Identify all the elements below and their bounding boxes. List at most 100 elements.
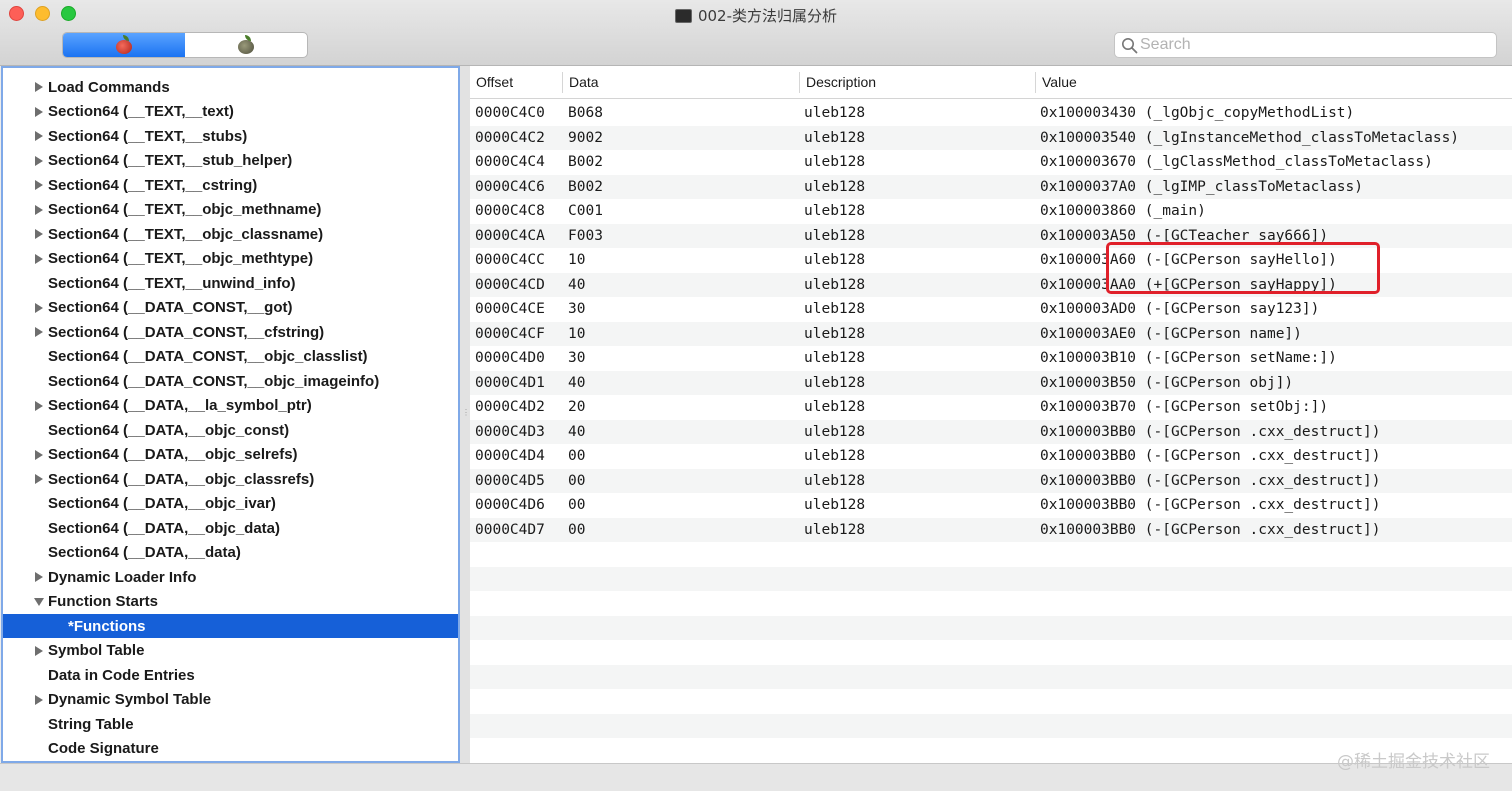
table-row[interactable]: 0000C4C0 B068 uleb128 0x100003430 (_lgObjc_… [470, 101, 1512, 126]
cell-data: C001 [568, 203, 603, 219]
disclosure-collapsed-icon[interactable] [34, 400, 44, 411]
table-row[interactable]: 0000C4D1 40 uleb128 0x100003B50 (-[GCPerson… [470, 370, 1512, 395]
table-row[interactable]: 0000C4C4 B002 uleb128 0x100003670 (_lgClass… [470, 150, 1512, 175]
search-field[interactable] [1114, 32, 1497, 58]
sidebar-item[interactable]: Code Signature [3, 737, 458, 761]
red-apple-icon [114, 35, 134, 55]
sidebar-item[interactable]: Load Commands [3, 75, 458, 99]
sidebar-item[interactable]: Section64 (__DATA,__objc_classrefs) [3, 467, 458, 491]
disclosure-collapsed-icon[interactable] [34, 572, 44, 582]
sidebar-item-label: Symbol Table [48, 642, 145, 659]
functions-table: Offset Data Description Value 0000C4C0 B0… [470, 66, 1512, 763]
sidebar-item[interactable]: Section64 (__TEXT,__text) [3, 100, 458, 124]
sidebar-item-label: Section64 (__TEXT,__cstring) [48, 176, 258, 194]
sidebar-item[interactable]: Section64 (__DATA,__objc_ivar) [3, 492, 458, 516]
sidebar-item-label: Section64 (__DATA,__objc_const) [48, 421, 290, 439]
sidebar-item-label: *Functions [68, 617, 146, 635]
sidebar-item[interactable]: Dynamic Symbol Table [3, 688, 458, 712]
disclosure-collapsed-icon[interactable] [34, 155, 44, 166]
table-row[interactable]: 0000C4D3 40 uleb128 0x100003BB0 (-[GCPerson… [470, 419, 1512, 444]
column-header-offset[interactable]: Offset [470, 66, 513, 99]
sidebar-item[interactable]: Section64 (__DATA,__data) [3, 541, 458, 565]
sidebar-item-label: Load Commands [48, 78, 170, 96]
disclosure-collapsed-icon[interactable] [34, 131, 44, 141]
sidebar-item[interactable]: Section64 (__TEXT,__objc_classname) [3, 222, 458, 246]
table-row[interactable]: 0000C4C2 9002 uleb128 0x100003540 (_lgInsta… [470, 125, 1512, 150]
rva-view-button[interactable] [185, 33, 307, 57]
disclosure-collapsed-icon[interactable] [34, 449, 44, 460]
sidebar-item[interactable]: Section64 (__TEXT,__stubs) [3, 124, 458, 148]
table-row[interactable]: 0000C4CC 10 uleb128 0x100003A60 (-[GCPerson… [470, 248, 1512, 273]
cell-offset: 0000C4C8 [475, 203, 545, 219]
disclosure-collapsed-icon[interactable] [34, 645, 44, 656]
table-row[interactable]: 0000C4D0 30 uleb128 0x100003B10 (-[GCPerson… [470, 346, 1512, 371]
column-header-value[interactable]: Value [1036, 66, 1077, 99]
cell-description: uleb128 [804, 227, 866, 244]
sidebar-item[interactable]: Function Starts [3, 590, 458, 614]
disclosure-collapsed-icon[interactable] [34, 106, 44, 117]
sidebar-item[interactable]: Dynamic Loader Info [3, 565, 458, 589]
sidebar-item[interactable]: Section64 (__TEXT,__objc_methname) [3, 198, 458, 222]
sidebar-item[interactable]: Section64 (__DATA,__objc_data) [3, 516, 458, 540]
sidebar-item[interactable]: Section64 (__TEXT,__unwind_info) [3, 271, 458, 295]
disclosure-collapsed-icon[interactable] [34, 694, 44, 705]
sidebar-item-label: Section64 (__DATA_CONST,__objc_imageinfo… [48, 372, 380, 390]
cell-value: 0x100003B10 (-[GCPerson setName:]) [1040, 350, 1337, 366]
column-header-data[interactable]: Data [563, 66, 599, 99]
table-row[interactable]: 0000C4D5 00 uleb128 0x100003BB0 (-[GCPerson… [470, 468, 1512, 493]
sidebar-item[interactable]: Symbol Table [3, 639, 458, 663]
table-row[interactable]: 0000C4C6 B002 uleb128 0x1000037A0 (_lgIMP_c… [470, 174, 1512, 199]
disclosure-collapsed-icon[interactable] [34, 302, 44, 313]
table-row[interactable]: 0000C4D6 00 uleb128 0x100003BB0 (-[GCPerson… [470, 493, 1512, 518]
cell-value: 0x100003BB0 (-[GCPerson .cxx_destruct]) [1040, 448, 1381, 464]
sidebar-item[interactable]: Section64 (__DATA,__objc_const) [3, 418, 458, 442]
cell-value: 0x100003A50 (-[GCTeacher say666]) [1040, 227, 1329, 244]
disclosure-collapsed-icon[interactable] [34, 82, 44, 92]
sidebar-item[interactable]: Section64 (__TEXT,__stub_helper) [3, 149, 458, 173]
cell-value: 0x100003AE0 (-[GCPerson name]) [1040, 325, 1302, 342]
cell-value: 0x1000037A0 (_lgIMP_classToMetaclass) [1040, 178, 1364, 195]
sidebar-item[interactable]: Section64 (__DATA_CONST,__objc_classlist… [3, 345, 458, 369]
cell-data: 9002 [568, 129, 603, 146]
sidebar-item[interactable]: String Table [3, 712, 458, 736]
sidebar-item[interactable]: Section64 (__DATA_CONST,__got) [3, 296, 458, 320]
sidebar-item[interactable]: Section64 (__DATA,__la_symbol_ptr) [3, 394, 458, 418]
sidebar-item[interactable]: *Functions [3, 614, 458, 638]
cell-data: 00 [568, 521, 586, 538]
sidebar-item[interactable]: Section64 (__DATA_CONST,__objc_imageinfo… [3, 369, 458, 393]
search-input[interactable] [1140, 36, 1480, 54]
disclosure-collapsed-icon[interactable] [34, 327, 44, 337]
raw-view-button[interactable] [63, 33, 185, 57]
table-row[interactable]: 0000C4D4 00 uleb128 0x100003BB0 (-[GCPerson… [470, 444, 1512, 469]
sidebar-item[interactable]: Section64 (__TEXT,__objc_methtype) [3, 247, 458, 271]
sidebar-item[interactable]: Section64 (__DATA_CONST,__cfstring) [3, 320, 458, 344]
table-row[interactable]: 0000C4CF 10 uleb128 0x100003AE0 (-[GCPerson… [470, 321, 1512, 346]
window-title-text: 002-类方法归属分析 [697, 7, 838, 25]
disclosure-collapsed-icon[interactable] [34, 474, 44, 484]
sidebar-item-label: Section64 (__DATA,__objc_selrefs) [48, 446, 298, 463]
empty-table-row [470, 713, 1512, 738]
sidebar-item-label: Data in Code Entries [48, 666, 195, 684]
cell-offset: 0000C4D0 [475, 350, 545, 366]
disclosure-collapsed-icon[interactable] [34, 253, 44, 264]
disclosure-collapsed-icon[interactable] [34, 229, 44, 239]
terminal-icon [674, 9, 692, 23]
cell-offset: 0000C4CE [475, 301, 545, 317]
table-row[interactable]: 0000C4CA F003 uleb128 0x100003A50 (-[GCTeac… [470, 223, 1512, 248]
disclosure-expanded-icon[interactable] [34, 597, 44, 607]
empty-table-row [470, 542, 1512, 567]
sidebar-item[interactable]: Data in Code Entries [3, 663, 458, 687]
sidebar-item[interactable]: Section64 (__TEXT,__cstring) [3, 173, 458, 197]
split-view-divider[interactable]: ⋮ [460, 66, 470, 763]
table-row[interactable]: 0000C4CD 40 uleb128 0x100003AA0 (+[GCPerson… [470, 272, 1512, 297]
disclosure-collapsed-icon[interactable] [34, 180, 44, 190]
column-header-description[interactable]: Description [800, 66, 876, 99]
table-row[interactable]: 0000C4CE 30 uleb128 0x100003AD0 (-[GCPerson… [470, 297, 1512, 322]
table-row[interactable]: 0000C4D7 00 uleb128 0x100003BB0 (-[GCPerson… [470, 517, 1512, 542]
cell-value: 0x100003860 (_main) [1040, 203, 1206, 219]
disclosure-collapsed-icon[interactable] [34, 204, 44, 215]
sidebar-item[interactable]: Section64 (__DATA,__objc_selrefs) [3, 443, 458, 467]
cell-data: 20 [568, 399, 586, 415]
table-row[interactable]: 0000C4C8 C001 uleb128 0x100003860 (_main) [470, 199, 1512, 224]
table-row[interactable]: 0000C4D2 20 uleb128 0x100003B70 (-[GCPerson… [470, 395, 1512, 420]
